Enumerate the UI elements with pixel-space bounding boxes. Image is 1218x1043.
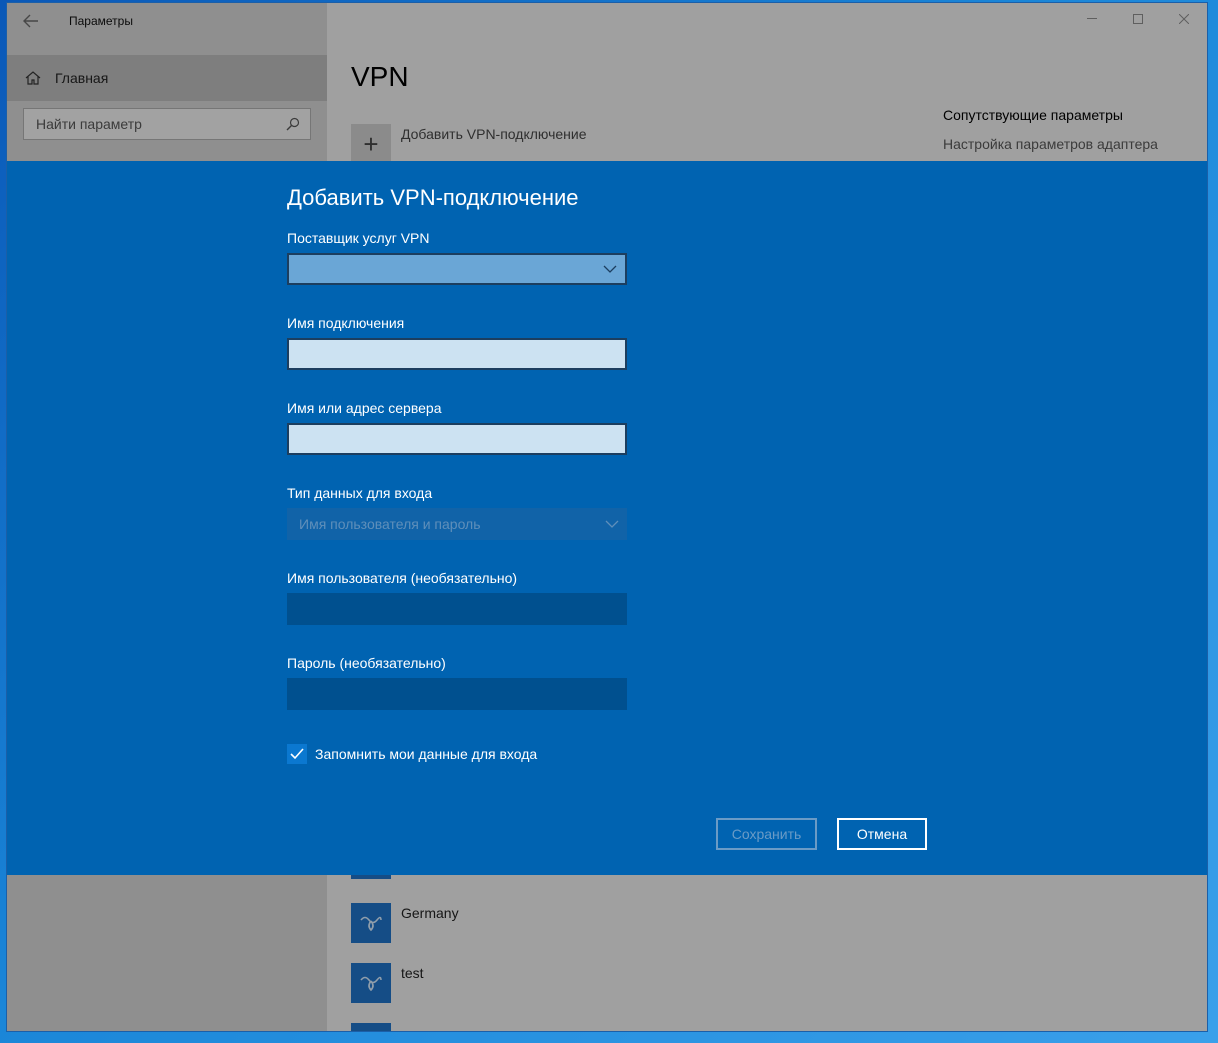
server-field[interactable] (287, 423, 627, 455)
home-icon (25, 71, 41, 85)
close-icon (1179, 14, 1189, 24)
dialog-body: Добавить VPN-подключение Поставщик услуг… (287, 161, 937, 875)
connection-name-field[interactable] (287, 338, 627, 370)
back-arrow-icon (23, 14, 38, 28)
vpn-icon (351, 903, 391, 943)
signin-type-value: Имя пользователя и пароль (299, 516, 481, 532)
signin-type-label: Тип данных для входа (287, 485, 433, 501)
connection-name-label: Имя подключения (287, 315, 405, 331)
search-input[interactable]: Найти параметр (23, 108, 311, 140)
remember-checkbox[interactable] (287, 744, 307, 764)
provider-select[interactable] (287, 253, 627, 285)
page-title: VPN (351, 61, 409, 92)
title-bar: Параметры (7, 3, 327, 39)
chevron-down-icon (603, 265, 617, 273)
username-label: Имя пользователя (необязательно) (287, 570, 518, 586)
save-button[interactable]: Сохранить (716, 818, 817, 850)
sidebar-item-home[interactable]: Главная (7, 55, 327, 101)
remember-label: Запомнить мои данные для входа (315, 746, 538, 762)
remember-checkbox-row[interactable]: Запомнить мои данные для входа (287, 744, 537, 764)
add-vpn-label: Добавить VPN-подключение (401, 126, 587, 142)
adapter-settings-link[interactable]: Настройка параметров адаптера (943, 136, 1158, 152)
cancel-button[interactable]: Отмена (837, 818, 927, 850)
server-label: Имя или адрес сервера (287, 400, 442, 416)
list-item[interactable]: test (351, 963, 424, 1003)
vpn-icon (351, 963, 391, 1003)
maximize-icon (1133, 14, 1143, 24)
related-settings-title: Сопутствующие параметры (943, 107, 1123, 123)
plus-icon: + (351, 124, 391, 164)
list-item[interactable] (351, 1023, 391, 1031)
dialog-title: Добавить VPN-подключение (287, 185, 579, 210)
add-vpn-dialog: Добавить VPN-подключение Поставщик услуг… (7, 161, 1207, 875)
chevron-down-icon (605, 520, 619, 528)
provider-label: Поставщик услуг VPN (287, 230, 430, 246)
search-icon (286, 117, 300, 131)
password-label: Пароль (необязательно) (287, 655, 446, 671)
sidebar-item-label: Главная (55, 70, 109, 86)
app-title: Параметры (69, 14, 133, 28)
vpn-icon (351, 1023, 391, 1031)
add-vpn-button[interactable]: + Добавить VPN-подключение (351, 124, 587, 164)
minimize-icon (1087, 18, 1097, 19)
checkmark-icon (290, 748, 304, 760)
username-field[interactable] (287, 593, 627, 625)
close-button[interactable] (1161, 3, 1207, 35)
signin-type-select[interactable]: Имя пользователя и пароль (287, 508, 627, 540)
list-item[interactable]: Germany (351, 903, 459, 943)
minimize-button[interactable] (1069, 3, 1115, 35)
maximize-button[interactable] (1115, 3, 1161, 35)
vpn-connection-name: test (401, 965, 424, 981)
back-button[interactable] (7, 3, 55, 39)
password-field[interactable] (287, 678, 627, 710)
search-placeholder: Найти параметр (36, 116, 142, 132)
vpn-connection-name: Germany (401, 905, 459, 921)
